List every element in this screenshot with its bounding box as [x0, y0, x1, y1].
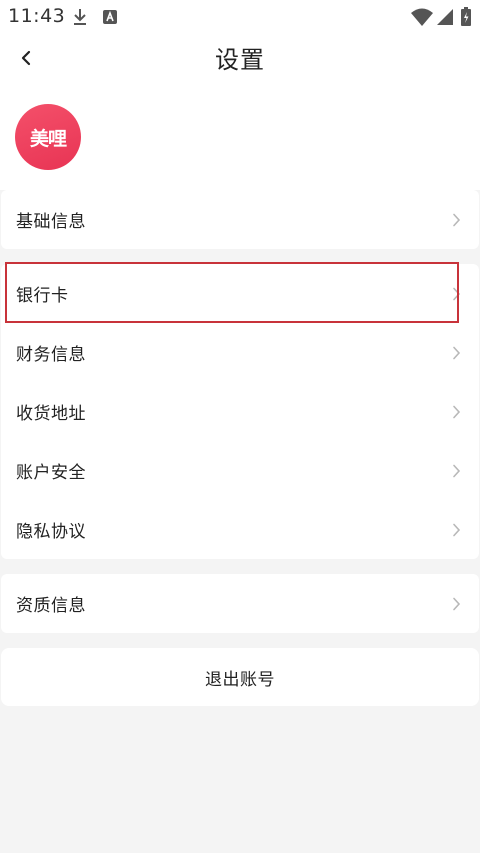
row-bank-card[interactable]: 银行卡	[1, 264, 479, 323]
qualification-card: 资质信息	[1, 574, 479, 633]
logout-button[interactable]: 退出账号	[1, 648, 479, 706]
logout-label: 退出账号	[205, 669, 275, 690]
row-basic-info[interactable]: 基础信息	[1, 190, 479, 249]
chevron-right-icon	[453, 464, 461, 477]
avatar-text: 美哩	[29, 127, 67, 150]
row-label: 资质信息	[16, 596, 86, 616]
signal-icon	[435, 7, 455, 27]
row-account-security[interactable]: 账户安全	[1, 441, 479, 500]
chevron-right-icon	[453, 287, 461, 300]
chevron-right-icon	[453, 405, 461, 418]
status-bar: 11:43	[0, 0, 480, 34]
battery-icon	[460, 7, 472, 27]
row-shipping-address[interactable]: 收货地址	[1, 382, 479, 441]
a-icon	[100, 7, 120, 27]
row-label: 隐私协议	[16, 522, 86, 542]
row-label: 银行卡	[16, 286, 69, 306]
account-settings-card: 银行卡 财务信息 收货地址 账户安全 隐私协议	[1, 264, 479, 559]
basic-info-card: 基础信息	[1, 190, 479, 249]
avatar[interactable]: 美哩	[15, 104, 81, 170]
row-label: 收货地址	[16, 404, 86, 424]
row-label: 账户安全	[16, 463, 86, 483]
row-privacy-agreement[interactable]: 隐私协议	[1, 500, 479, 559]
wifi-icon	[410, 7, 434, 27]
chevron-right-icon	[453, 346, 461, 359]
status-time: 11:43	[8, 5, 66, 27]
row-qualification-info[interactable]: 资质信息	[1, 574, 479, 633]
download-icon	[70, 7, 90, 27]
chevron-right-icon	[453, 523, 461, 536]
chevron-right-icon	[453, 597, 461, 610]
chevron-left-icon	[21, 50, 31, 66]
row-label: 财务信息	[16, 345, 86, 365]
chevron-right-icon	[453, 213, 461, 226]
back-button[interactable]	[10, 42, 42, 74]
row-financial-info[interactable]: 财务信息	[1, 323, 479, 382]
row-label: 基础信息	[16, 212, 86, 232]
